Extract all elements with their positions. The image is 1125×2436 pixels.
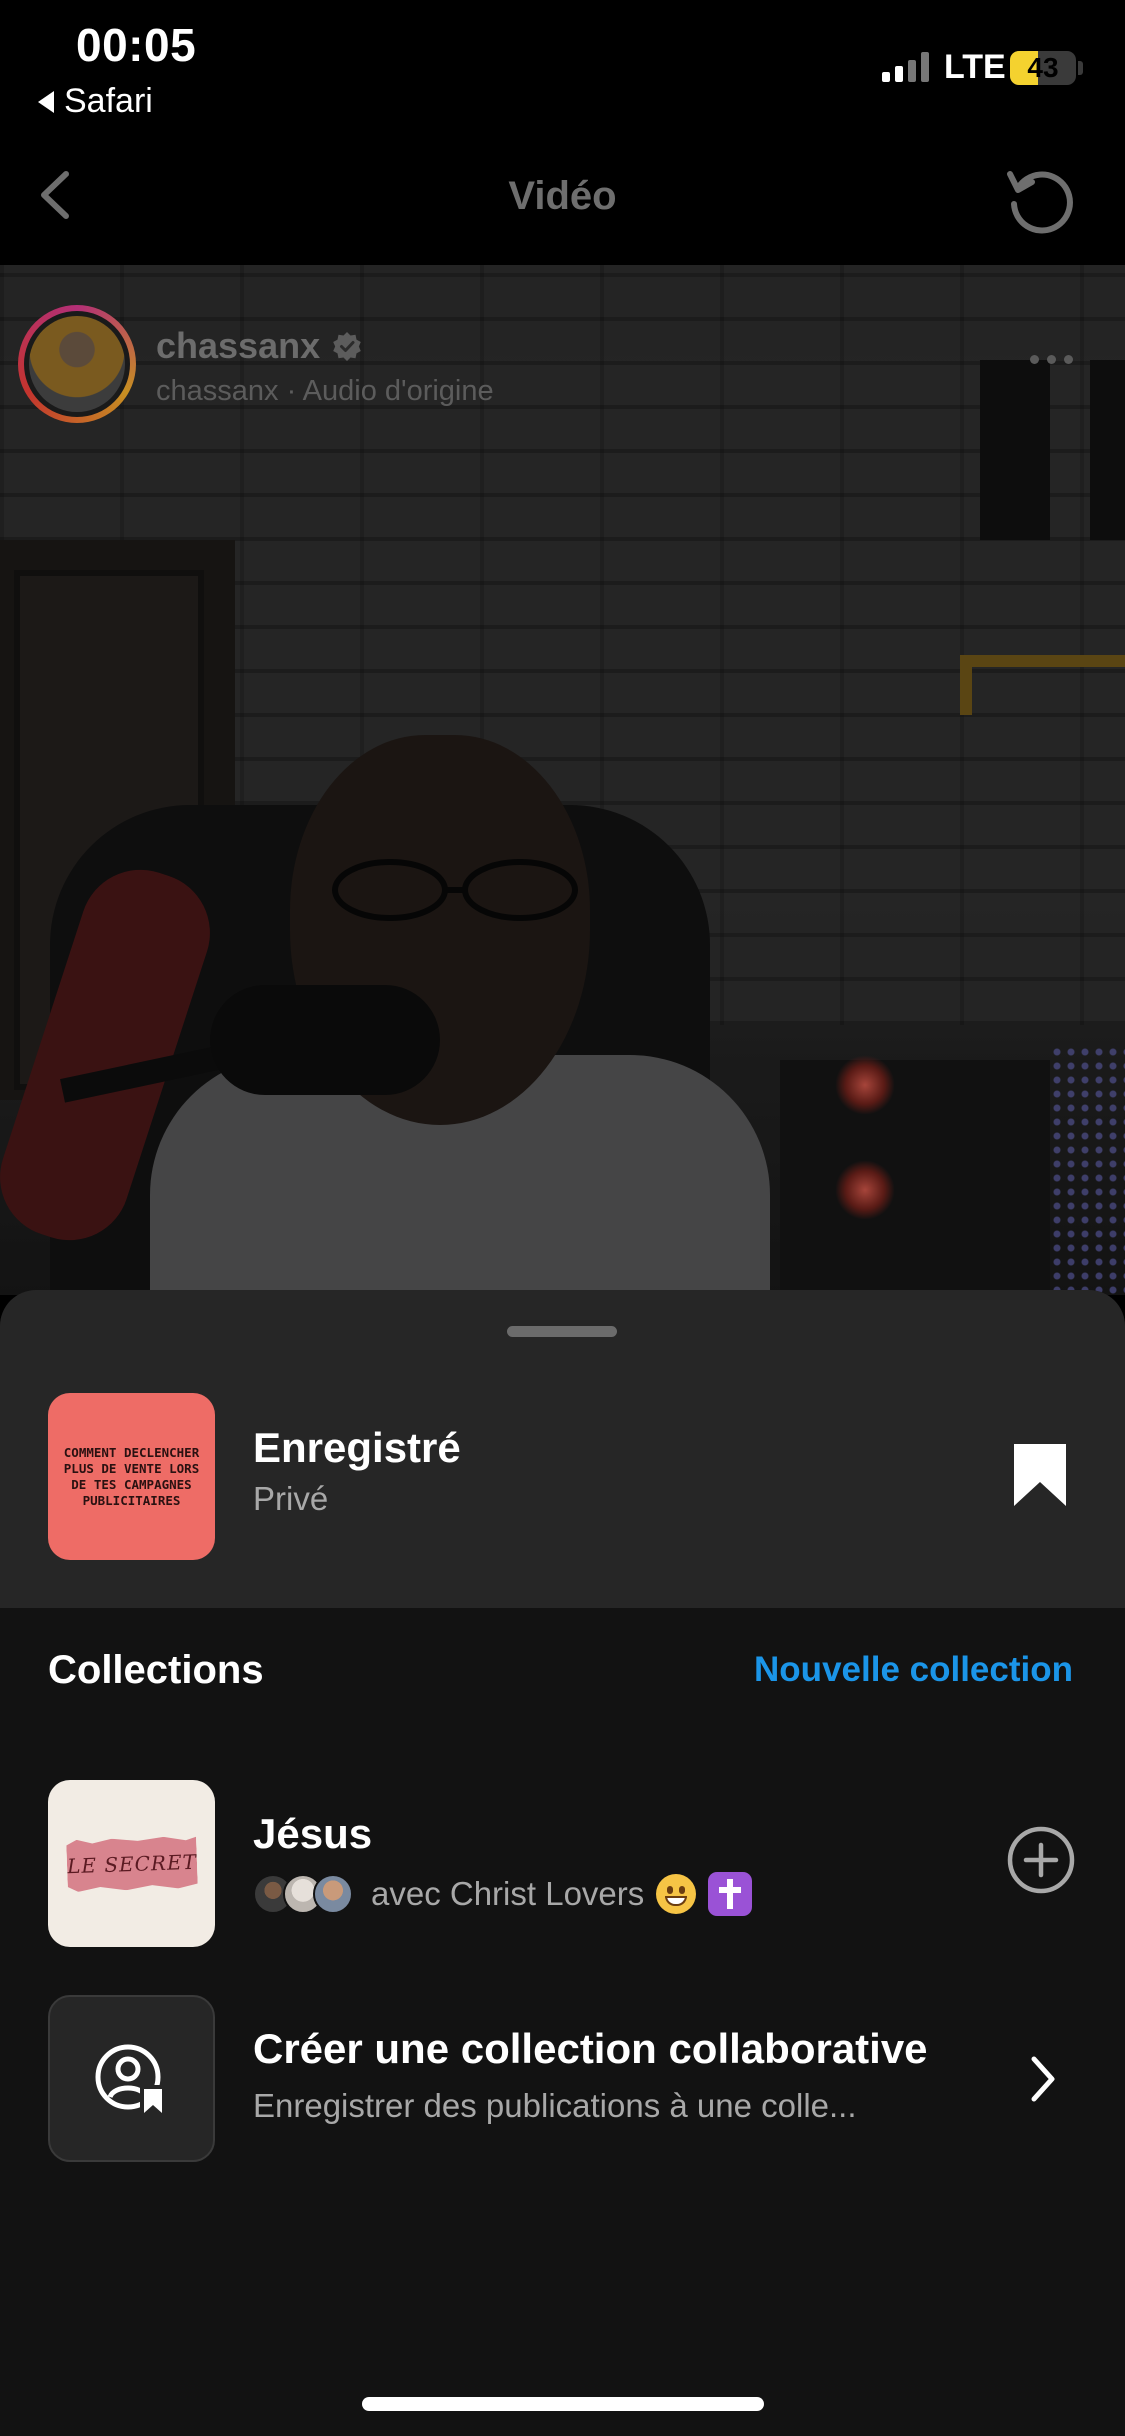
save-bottom-sheet: COMMENT DECLENCHER PLUS DE VENTE LORS DE… (0, 1290, 1125, 2436)
chevron-right-icon[interactable] (1026, 2051, 1060, 2107)
username-label: chassanx (156, 325, 321, 366)
saved-thumbnail: COMMENT DECLENCHER PLUS DE VENTE LORS DE… (48, 1393, 215, 1560)
post-header: chassanx chassanx · Audio d'origine (0, 285, 1125, 423)
back-triangle-icon (38, 90, 54, 113)
collection-subtitle: Enregistrer des publications à une colle… (253, 2087, 857, 2124)
status-time: 00:05 (76, 19, 197, 71)
more-horizontal-icon[interactable] (1030, 355, 1073, 364)
network-type: LTE (944, 48, 1006, 86)
collection-subtitle: avec Christ Lovers (253, 1872, 753, 1916)
battery-tip (1078, 61, 1083, 75)
back-app-label: Safari (64, 82, 153, 120)
page-title: Vidéo (508, 174, 617, 218)
video-player[interactable]: chassanx chassanx · Audio d'origine (0, 265, 1125, 1295)
collection-item-jesus[interactable]: LE SECRET Jésus avec Christ Lovers (0, 1780, 1125, 1950)
home-indicator[interactable] (362, 2397, 764, 2411)
collaborative-collection-icon (95, 2044, 166, 2115)
collection-subtitle-text: avec Christ Lovers (371, 1875, 645, 1912)
avatar[interactable] (18, 305, 136, 423)
status-bar: 00:05 Safari LTE 43 (0, 0, 1125, 130)
post-audio-subtitle[interactable]: chassanx · Audio d'origine (156, 375, 494, 408)
add-circle-icon[interactable] (1006, 1825, 1076, 1895)
create-collaborative-collection-item[interactable]: Créer une collection collaborative Enreg… (0, 1995, 1125, 2165)
collection-title: Jésus (253, 1810, 373, 1857)
back-to-safari-link[interactable]: Safari (38, 82, 153, 121)
new-collection-button[interactable]: Nouvelle collection (754, 1650, 1073, 1690)
collection-thumbnail: LE SECRET (48, 1780, 215, 1947)
collaborative-collection-thumbnail (48, 1995, 215, 2162)
collection-title: Créer une collection collaborative (253, 2025, 928, 2072)
collaborator-avatars (253, 1874, 359, 1914)
bookmark-filled-icon[interactable] (1012, 1442, 1068, 1508)
saved-thumbnail-text: COMMENT DECLENCHER PLUS DE VENTE LORS DE… (63, 1444, 200, 1508)
saved-title: Enregistré (253, 1424, 461, 1471)
collections-heading: Collections (48, 1648, 264, 1692)
post-username[interactable]: chassanx (156, 325, 362, 367)
video-dim-overlay (0, 265, 1125, 1295)
latin-cross-emoji-icon (708, 1872, 753, 1916)
signal-strength-icon (882, 52, 929, 82)
saved-row[interactable]: COMMENT DECLENCHER PLUS DE VENTE LORS DE… (0, 1290, 1125, 1608)
battery-percent: 43 (1027, 52, 1059, 83)
grinning-face-emoji-icon (656, 1874, 697, 1914)
refresh-icon[interactable] (1000, 160, 1080, 240)
sheet-grabber-handle[interactable] (507, 1326, 617, 1337)
collection-thumbnail-text: LE SECRET (66, 1849, 197, 1878)
navigation-bar: Vidéo (0, 130, 1125, 265)
verified-badge-icon (333, 332, 361, 361)
saved-privacy-label: Privé (253, 1480, 329, 1517)
battery-icon: 43 (1010, 51, 1076, 85)
